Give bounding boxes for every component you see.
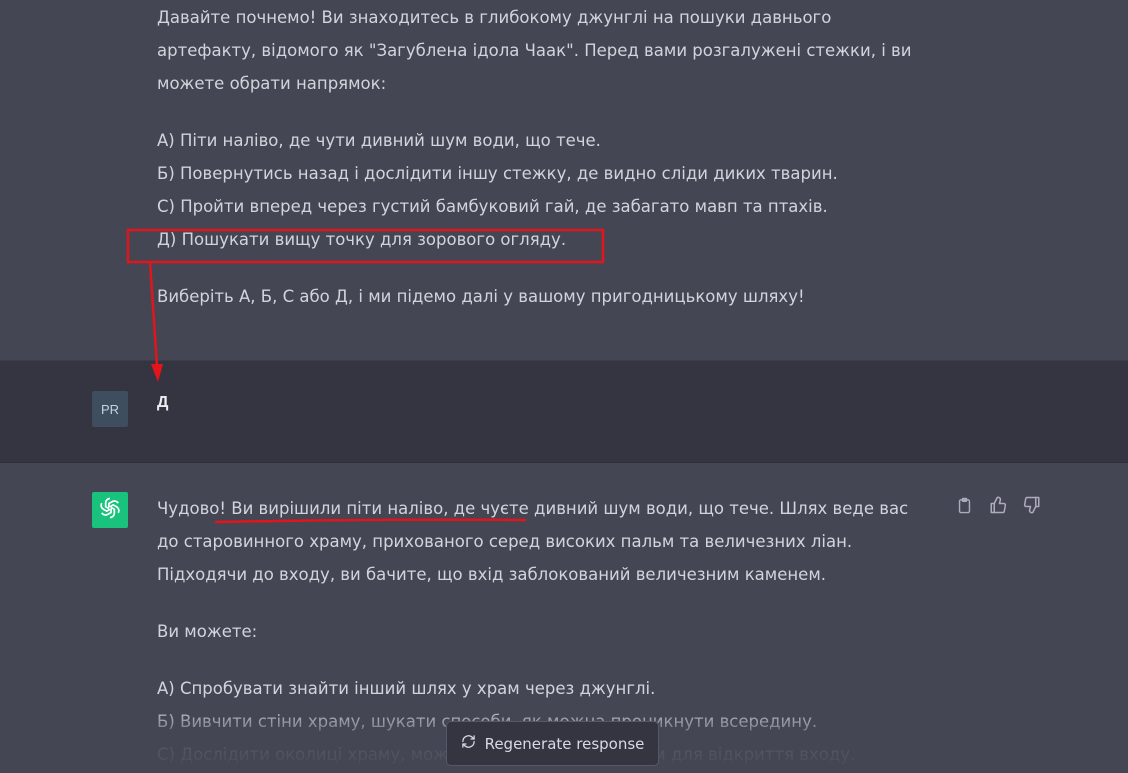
option-d: Д) Пошукати вищу точку для зорового огля… (157, 230, 567, 249)
clipboard-icon (956, 497, 973, 518)
message-prompt: Ви можете: (157, 622, 258, 641)
user-avatar-initials: PR (100, 401, 120, 417)
regenerate-response-button[interactable]: Regenerate response (446, 721, 659, 766)
message-outro: Виберіть А, Б, С або Д, і ми підемо далі… (157, 287, 805, 306)
thumbs-down-icon (1023, 496, 1041, 518)
refresh-icon (461, 734, 476, 753)
chat-page: Давайте почнемо! Ви знаходитесь в глибок… (0, 0, 1128, 773)
option-a: А) Піти наліво, де чути дивний шум води,… (157, 131, 601, 150)
thumbs-up-icon (989, 496, 1007, 518)
copy-button[interactable] (954, 497, 974, 517)
assistant-message: Давайте почнемо! Ви знаходитесь в глибок… (0, 0, 1128, 360)
assistant-message-content: Давайте почнемо! Ви знаходитесь в глибок… (157, 1, 927, 313)
user-message: PR Д (0, 360, 1128, 463)
openai-logo-icon (97, 495, 123, 525)
message-intro: Давайте почнемо! Ви знаходитесь в глибок… (157, 8, 912, 93)
message-paragraph: Чудово! Ви вирішили піти наліво, де чуєт… (157, 499, 909, 584)
regenerate-label: Regenerate response (484, 734, 645, 753)
like-button[interactable] (988, 496, 1008, 518)
dislike-button[interactable] (1022, 496, 1042, 518)
option-b: Б) Повернутись назад і дослідити іншу ст… (157, 164, 838, 183)
user-avatar: PR (92, 391, 128, 427)
message-actions (954, 496, 1042, 518)
assistant-avatar (92, 492, 128, 528)
option-c: С) Пройти вперед через густий бамбуковий… (157, 197, 828, 216)
user-message-text: Д (157, 394, 169, 411)
option-a: А) Спробувати знайти інший шлях у храм ч… (157, 679, 656, 698)
